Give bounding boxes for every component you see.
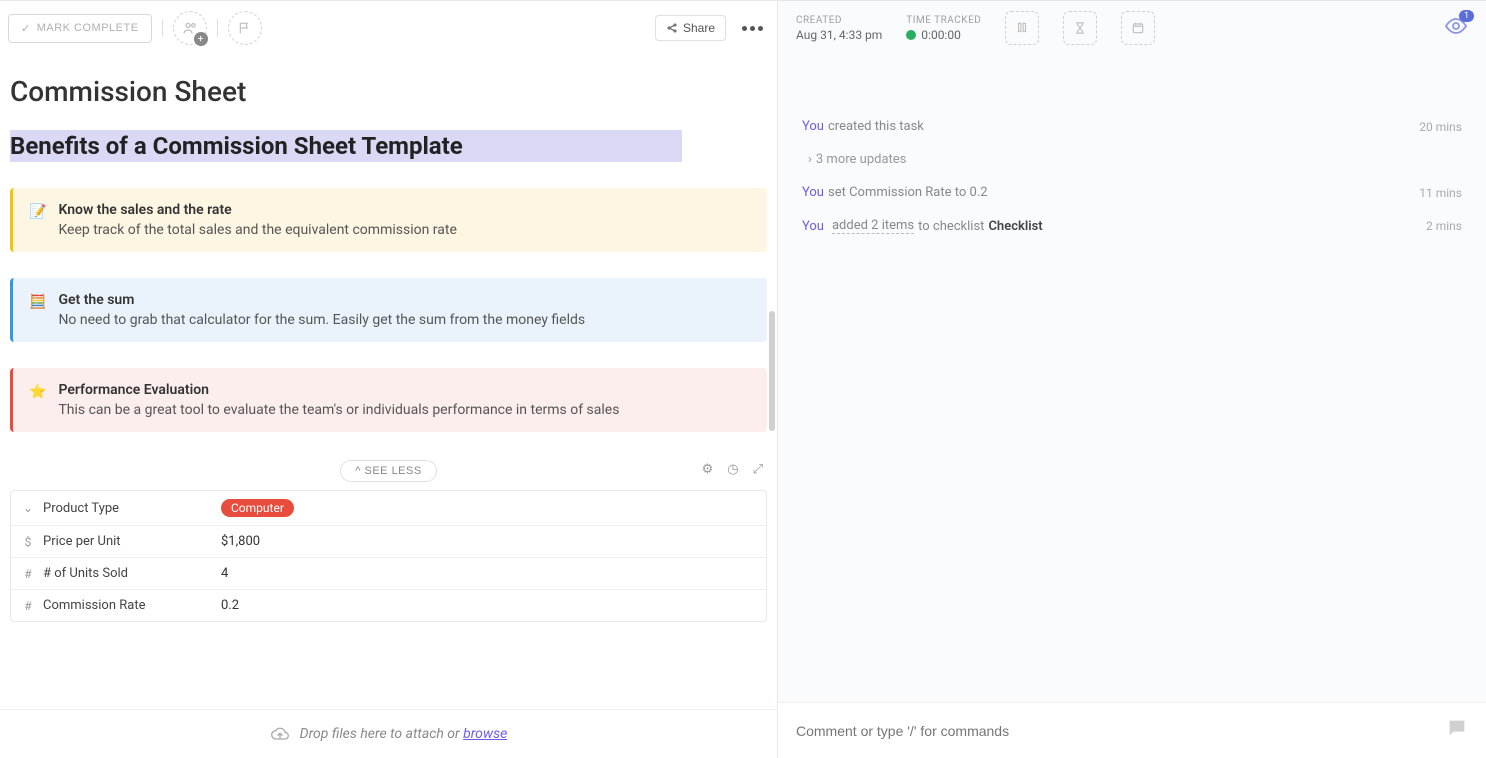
scrollbar[interactable] — [769, 311, 775, 431]
activity-item: You set Commission Rate to 0.2 11 mins — [802, 185, 1462, 200]
field-row[interactable]: # # of Units Sold 4 — [11, 558, 766, 590]
callout-desc: No need to grab that calculator for the … — [58, 312, 751, 328]
callout-red[interactable]: ⭐ Performance Evaluation This can be a g… — [10, 368, 767, 432]
activity-time: 2 mins — [1426, 219, 1462, 233]
gear-icon[interactable]: ⚙ — [702, 462, 714, 477]
activity-item: You created this task 20 mins — [802, 119, 1462, 134]
assignee-add-button[interactable]: + — [173, 11, 207, 45]
activity-more-toggle[interactable]: › 3 more updates — [802, 152, 1462, 167]
activity-text: created this task — [828, 119, 924, 134]
field-label: # of Units Sold — [43, 566, 128, 581]
share-button[interactable]: Share — [655, 15, 726, 41]
field-label: Price per Unit — [43, 534, 121, 549]
mark-complete-label: MARK COMPLETE — [37, 22, 139, 34]
divider — [217, 19, 218, 37]
dollar-icon: $ — [21, 535, 35, 549]
task-title[interactable]: Commission Sheet — [10, 75, 767, 108]
field-row[interactable]: ⌄ Product Type Computer — [11, 491, 766, 526]
activity-actor[interactable]: You — [802, 119, 824, 134]
field-value[interactable]: 0.2 — [211, 590, 766, 621]
callout-title: Get the sum — [58, 292, 751, 308]
field-value-chip[interactable]: Computer — [221, 499, 294, 517]
activity-more-text: 3 more updates — [816, 152, 906, 167]
priority-button[interactable] — [228, 11, 262, 45]
note-icon: 📝 — [29, 203, 46, 223]
cloud-upload-icon — [270, 724, 290, 744]
field-label: Commission Rate — [43, 598, 145, 613]
field-label: Product Type — [43, 501, 119, 516]
time-tracked-value: 0:00:00 — [921, 28, 961, 42]
estimate-button[interactable] — [1005, 11, 1039, 45]
right-toolbar: CREATED Aug 31, 4:33 pm TIME TRACKED 0:0… — [778, 1, 1486, 55]
callout-yellow[interactable]: 📝 Know the sales and the rate Keep track… — [10, 188, 767, 252]
field-row[interactable]: $ Price per Unit $1,800 — [11, 526, 766, 558]
callout-title: Performance Evaluation — [58, 382, 751, 398]
time-tracked-meta: TIME TRACKED 0:00:00 — [906, 15, 981, 42]
comment-bar — [778, 702, 1486, 758]
callout-desc: This can be a great tool to evaluate the… — [58, 402, 751, 418]
expand-icon[interactable]: ⤢ — [753, 462, 763, 477]
activity-target: Checklist — [988, 219, 1042, 234]
share-icon — [666, 22, 678, 34]
add-badge-icon: + — [194, 32, 208, 46]
field-value[interactable]: $1,800 — [211, 526, 766, 557]
time-tracked-label: TIME TRACKED — [906, 15, 981, 26]
attachment-dropzone[interactable]: Drop files here to attach or browse — [0, 709, 777, 758]
record-dot-icon[interactable] — [906, 30, 916, 40]
more-menu-button[interactable] — [736, 20, 769, 37]
chevron-right-icon: › — [808, 152, 812, 167]
created-value: Aug 31, 4:33 pm — [796, 28, 882, 42]
mark-complete-button[interactable]: ✓ MARK COMPLETE — [8, 14, 152, 43]
star-icon: ⭐ — [29, 383, 46, 403]
divider — [162, 19, 163, 37]
comment-input[interactable] — [796, 723, 1446, 739]
callout-blue[interactable]: 🧮 Get the sum No need to grab that calcu… — [10, 278, 767, 342]
activity-text: to checklist — [918, 219, 984, 234]
activity-actor[interactable]: You — [802, 219, 824, 234]
abacus-icon: 🧮 — [29, 293, 46, 313]
hourglass-icon — [1073, 21, 1087, 35]
watchers-button[interactable]: 1 — [1444, 14, 1468, 42]
field-value[interactable]: 4 — [211, 558, 766, 589]
created-label: CREATED — [796, 15, 882, 26]
activity-actor[interactable]: You — [802, 185, 824, 200]
activity-feed: You created this task 20 mins › 3 more u… — [778, 55, 1486, 702]
dropzone-text: Drop files here to attach or — [300, 726, 463, 742]
activity-time: 11 mins — [1419, 186, 1462, 200]
calendar-icon — [1131, 21, 1145, 35]
hash-icon: # — [21, 599, 35, 613]
callout-title: Know the sales and the rate — [58, 202, 751, 218]
browse-link[interactable]: browse — [463, 726, 507, 742]
activity-link[interactable]: added 2 items — [832, 218, 914, 234]
dropdown-icon: ⌄ — [21, 501, 35, 515]
field-row[interactable]: # Commission Rate 0.2 — [11, 590, 766, 621]
activity-text: set Commission Rate to 0.2 — [828, 185, 988, 200]
custom-fields-table: ⌄ Product Type Computer $ Price per Unit… — [10, 490, 767, 622]
clock-icon[interactable]: ◷ — [727, 462, 738, 477]
task-content: Commission Sheet Benefits of a Commissio… — [0, 55, 777, 709]
flag-small-icon — [1015, 21, 1029, 35]
send-icon[interactable] — [1446, 717, 1468, 744]
left-toolbar: ✓ MARK COMPLETE + Share — [0, 1, 777, 55]
section-heading[interactable]: Benefits of a Commission Sheet Template — [10, 130, 682, 162]
hourglass-button[interactable] — [1063, 11, 1097, 45]
flag-icon — [238, 21, 252, 35]
activity-item: You added 2 items to checklist Checklist… — [802, 218, 1462, 234]
share-label: Share — [683, 21, 715, 35]
date-button[interactable] — [1121, 11, 1155, 45]
check-icon: ✓ — [21, 22, 31, 35]
watch-count: 1 — [1459, 10, 1474, 22]
activity-time: 20 mins — [1419, 120, 1462, 134]
created-meta: CREATED Aug 31, 4:33 pm — [796, 15, 882, 42]
callout-desc: Keep track of the total sales and the eq… — [58, 222, 751, 238]
hash-icon: # — [21, 567, 35, 581]
see-less-button[interactable]: ^ SEE LESS — [340, 460, 436, 482]
